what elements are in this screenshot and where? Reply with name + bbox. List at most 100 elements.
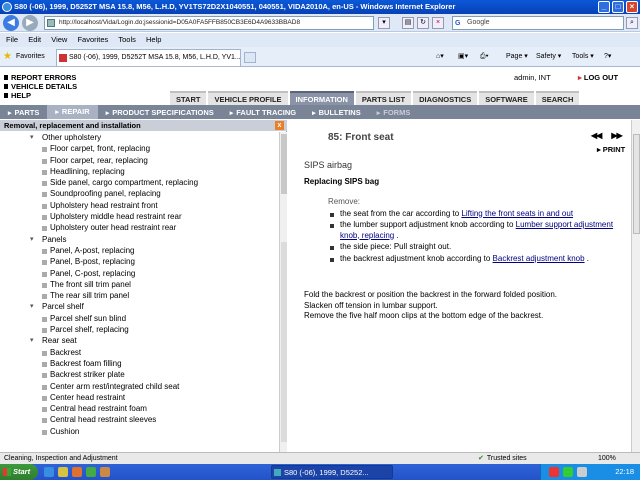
report-errors-link[interactable]: REPORT ERRORS xyxy=(4,73,77,82)
tree-item[interactable]: Headlining, replacing xyxy=(0,166,279,177)
subnav-bulletins[interactable]: BULLETINS xyxy=(304,108,369,117)
dropdown-icon[interactable]: ▾ xyxy=(378,17,390,29)
tree-item[interactable]: Backrest foam filling xyxy=(0,358,279,369)
menu-edit[interactable]: Edit xyxy=(28,33,41,47)
help-link[interactable]: HELP xyxy=(4,91,77,100)
close-panel-button[interactable]: x xyxy=(275,121,284,130)
subnav-fault-tracing[interactable]: FAULT TRACING xyxy=(222,108,304,117)
tree-item[interactable]: Parcel shelf sun blind xyxy=(0,313,279,324)
forward-button[interactable]: ▶ xyxy=(22,15,38,31)
previous-page-icon[interactable]: ◀◀ xyxy=(591,131,602,140)
subnav-repair[interactable]: REPAIR xyxy=(47,105,98,119)
tree-item[interactable]: Backrest striker plate xyxy=(0,369,279,380)
right-scrollbar[interactable] xyxy=(631,120,640,452)
step-text: the backrest adjustment knob according t… xyxy=(340,253,493,263)
address-input[interactable]: http://localhost/Vida/Login.do;jsessioni… xyxy=(44,16,374,30)
tab-vehicle-profile[interactable]: VEHICLE PROFILE xyxy=(208,91,288,105)
tree-item[interactable]: Center head restraint xyxy=(0,392,279,403)
tree-group[interactable]: Parcel shelf xyxy=(0,301,279,313)
tree-group[interactable]: Panels xyxy=(0,234,279,246)
right-scrollbar-thumb[interactable] xyxy=(633,134,640,234)
tree-item[interactable]: The front sill trim panel xyxy=(0,279,279,290)
tree-item[interactable]: Soundproofing panel, replacing xyxy=(0,188,279,199)
left-scrollbar-track[interactable] xyxy=(281,242,287,442)
favorites-star-icon[interactable]: ★ xyxy=(3,51,12,63)
tools-menu[interactable]: Tools ▾ xyxy=(572,47,594,67)
subnav-forms[interactable]: FORMS xyxy=(369,108,419,117)
new-tab-button[interactable] xyxy=(244,52,256,63)
tree-item[interactable]: Panel, A-post, replacing xyxy=(0,245,279,256)
tab-software[interactable]: SOFTWARE xyxy=(479,91,534,105)
address-toolbar: ◀ ▶ http://localhost/Vida/Login.do;jsess… xyxy=(0,14,640,32)
tray-icon[interactable] xyxy=(563,467,573,477)
tree-item[interactable]: Upholstery middle head restraint rear xyxy=(0,211,279,222)
home-icon[interactable]: ⌂▾ xyxy=(436,47,444,67)
menu-favorites[interactable]: Favorites xyxy=(77,33,108,47)
stop-icon[interactable]: × xyxy=(432,17,444,29)
tab-start[interactable]: START xyxy=(170,91,207,105)
close-window-button[interactable]: × xyxy=(626,1,638,13)
left-scrollbar[interactable] xyxy=(279,132,287,452)
zoom-level[interactable]: 100% xyxy=(598,453,616,464)
refresh-icon[interactable]: ↻ xyxy=(417,17,429,29)
tree-item[interactable]: Cushion xyxy=(0,426,279,437)
start-button[interactable]: Start xyxy=(0,464,38,480)
app2-quicklaunch-icon[interactable] xyxy=(100,467,110,477)
print-icon[interactable]: ⎙▾ xyxy=(480,47,489,67)
vida-app: REPORT ERRORS VEHICLE DETAILS HELP admin… xyxy=(0,67,640,452)
tree-group[interactable]: Rear seat xyxy=(0,335,279,347)
media-quicklaunch-icon[interactable] xyxy=(72,467,82,477)
tree-item[interactable]: Center arm rest/integrated child seat xyxy=(0,381,279,392)
tree-item[interactable]: Central head restraint sleeves xyxy=(0,414,279,425)
safety-menu[interactable]: Safety ▾ xyxy=(536,47,561,67)
favorites-button[interactable]: Favorites xyxy=(16,47,45,67)
subnav-parts[interactable]: PARTS xyxy=(0,108,47,117)
ie-quicklaunch-icon[interactable] xyxy=(44,467,54,477)
tree-item[interactable]: Panel, C-post, replacing xyxy=(0,268,279,279)
tree-item[interactable]: Side panel, cargo compartment, replacing xyxy=(0,177,279,188)
search-go-icon[interactable]: ⌕ xyxy=(626,17,638,29)
step-link[interactable]: Lifting the front seats in and out xyxy=(461,209,573,218)
back-button[interactable]: ◀ xyxy=(3,15,19,31)
tree-item[interactable]: Floor carpet, front, replacing xyxy=(0,143,279,154)
page-menu[interactable]: Page ▾ xyxy=(506,47,528,67)
help-icon[interactable]: ?▾ xyxy=(604,47,611,67)
subnav-product-specifications[interactable]: PRODUCT SPECIFICATIONS xyxy=(98,108,222,117)
tree-item[interactable]: Parcel shelf, replacing xyxy=(0,324,279,335)
tray-icon[interactable] xyxy=(549,467,559,477)
tree-item[interactable]: Central head restraint foam xyxy=(0,403,279,414)
taskbar-ie-window[interactable]: S80 (-06), 1999, D5252... xyxy=(271,465,393,479)
volume-icon[interactable] xyxy=(577,467,587,477)
next-page-icon[interactable]: ▶▶ xyxy=(611,131,622,140)
tab-diagnostics[interactable]: DIAGNOSTICS xyxy=(413,91,478,105)
tree-item[interactable]: Upholstery head restraint front xyxy=(0,200,279,211)
menu-file[interactable]: File xyxy=(6,33,18,47)
left-scrollbar-thumb[interactable] xyxy=(281,134,287,194)
feeds-icon[interactable]: ▣▾ xyxy=(458,47,468,67)
menu-tools[interactable]: Tools xyxy=(118,33,136,47)
print-button[interactable]: PRINT xyxy=(597,145,626,154)
instruction-block: Fold the backrest or position the backre… xyxy=(304,290,630,322)
browser-tab[interactable]: S80 (-06), 1999, D5252T MSA 15.8, M56, L… xyxy=(56,49,241,66)
app-quicklaunch-icon[interactable] xyxy=(86,467,96,477)
logout-link[interactable]: LOG OUT xyxy=(578,73,618,82)
search-input[interactable]: G Google xyxy=(452,16,624,30)
tree-item[interactable]: Backrest xyxy=(0,347,279,358)
vehicle-details-link[interactable]: VEHICLE DETAILS xyxy=(4,82,77,91)
menu-view[interactable]: View xyxy=(51,33,67,47)
step-item: the backrest adjustment knob according t… xyxy=(304,254,630,265)
maximize-button[interactable]: □ xyxy=(612,1,624,13)
step-link[interactable]: Backrest adjustment knob xyxy=(493,254,585,263)
tab-parts-list[interactable]: PARTS LIST xyxy=(355,91,412,105)
menu-help[interactable]: Help xyxy=(146,33,161,47)
tree-item[interactable]: Upholstery outer head restraint rear xyxy=(0,222,279,233)
tab-search[interactable]: SEARCH xyxy=(535,91,580,105)
tree-item[interactable]: Floor carpet, rear, replacing xyxy=(0,155,279,166)
tree-item[interactable]: Panel, B-post, replacing xyxy=(0,256,279,267)
folder-quicklaunch-icon[interactable] xyxy=(58,467,68,477)
tab-information[interactable]: INFORMATION xyxy=(289,91,354,105)
minimize-button[interactable]: _ xyxy=(598,1,610,13)
tree-item[interactable]: The rear sill trim panel xyxy=(0,290,279,301)
compatibility-icon[interactable]: ▤ xyxy=(402,17,414,29)
tree-group[interactable]: Other upholstery xyxy=(0,132,279,144)
